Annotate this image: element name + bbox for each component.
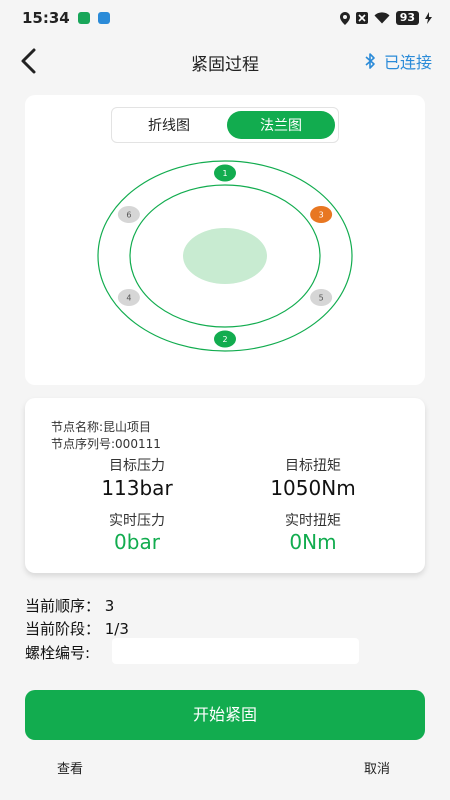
live-pressure-value: 0bar: [114, 530, 160, 554]
node-serial: 节点序列号:000111: [51, 437, 161, 451]
target-pressure-label: 目标压力: [109, 458, 165, 474]
node-name: 节点名称:昆山项目: [51, 420, 152, 434]
location-icon: [339, 11, 350, 25]
bolt-label: 4: [126, 294, 131, 303]
start-tightening-button[interactable]: 开始紧固: [25, 690, 425, 740]
bluetooth-status[interactable]: 已连接: [364, 49, 432, 73]
bolt-3[interactable]: 3: [310, 206, 333, 223]
connection-status-label: 已连接: [383, 53, 432, 72]
node-info-card: 节点名称:昆山项目 节点序列号:000111 目标压力 113bar 目标扭矩 …: [25, 398, 425, 573]
current-stage: 当前阶段： 1/3: [25, 620, 129, 638]
charging-icon: [425, 12, 432, 24]
bolt-5[interactable]: 5: [310, 289, 333, 306]
bolt-4[interactable]: 4: [117, 289, 140, 306]
live-torque-value: 0Nm: [289, 530, 337, 554]
wifi-icon: [374, 12, 390, 24]
app-notification-icon: [97, 12, 110, 24]
diagram-card: 折线图 法兰图 1 3 5 2 4 6: [25, 95, 425, 385]
flange-diagram: 1 3 5 2 4 6: [97, 160, 353, 352]
view-button[interactable]: 查看: [57, 758, 83, 777]
tab-flange-chart[interactable]: 法兰图: [227, 111, 335, 139]
bolt-number-label: 螺栓编号:: [25, 644, 91, 662]
target-torque-label: 目标扭矩: [285, 458, 341, 474]
bluetooth-icon: [365, 53, 375, 69]
no-sim-icon: [355, 12, 368, 24]
wechat-icon: [77, 12, 90, 24]
target-pressure-value: 113bar: [101, 476, 173, 500]
bolt-label: 2: [222, 335, 227, 344]
bolt-1[interactable]: 1: [214, 164, 236, 182]
status-time: 15:34: [22, 9, 70, 27]
live-pressure-label: 实时压力: [109, 513, 165, 529]
bolt-label: 1: [222, 169, 227, 178]
bolt-number-input[interactable]: [112, 638, 359, 664]
target-torque-value: 1050Nm: [270, 476, 356, 500]
chart-tabs: 折线图 法兰图: [111, 107, 339, 143]
app-header: 紧固过程 已连接: [0, 36, 450, 86]
current-order: 当前顺序： 3: [25, 597, 115, 615]
cancel-button[interactable]: 取消: [364, 758, 390, 777]
bolt-label: 5: [319, 294, 324, 303]
bolt-6[interactable]: 6: [117, 206, 140, 223]
battery-level: 93: [395, 11, 419, 25]
live-torque-label: 实时扭矩: [285, 513, 341, 529]
tab-line-chart[interactable]: 折线图: [115, 111, 223, 139]
flange-center: [183, 228, 267, 284]
bolt-label: 3: [319, 211, 324, 220]
bolt-label: 6: [126, 211, 131, 220]
bolt-2[interactable]: 2: [214, 330, 236, 348]
status-bar: 15:34 93: [0, 0, 450, 36]
